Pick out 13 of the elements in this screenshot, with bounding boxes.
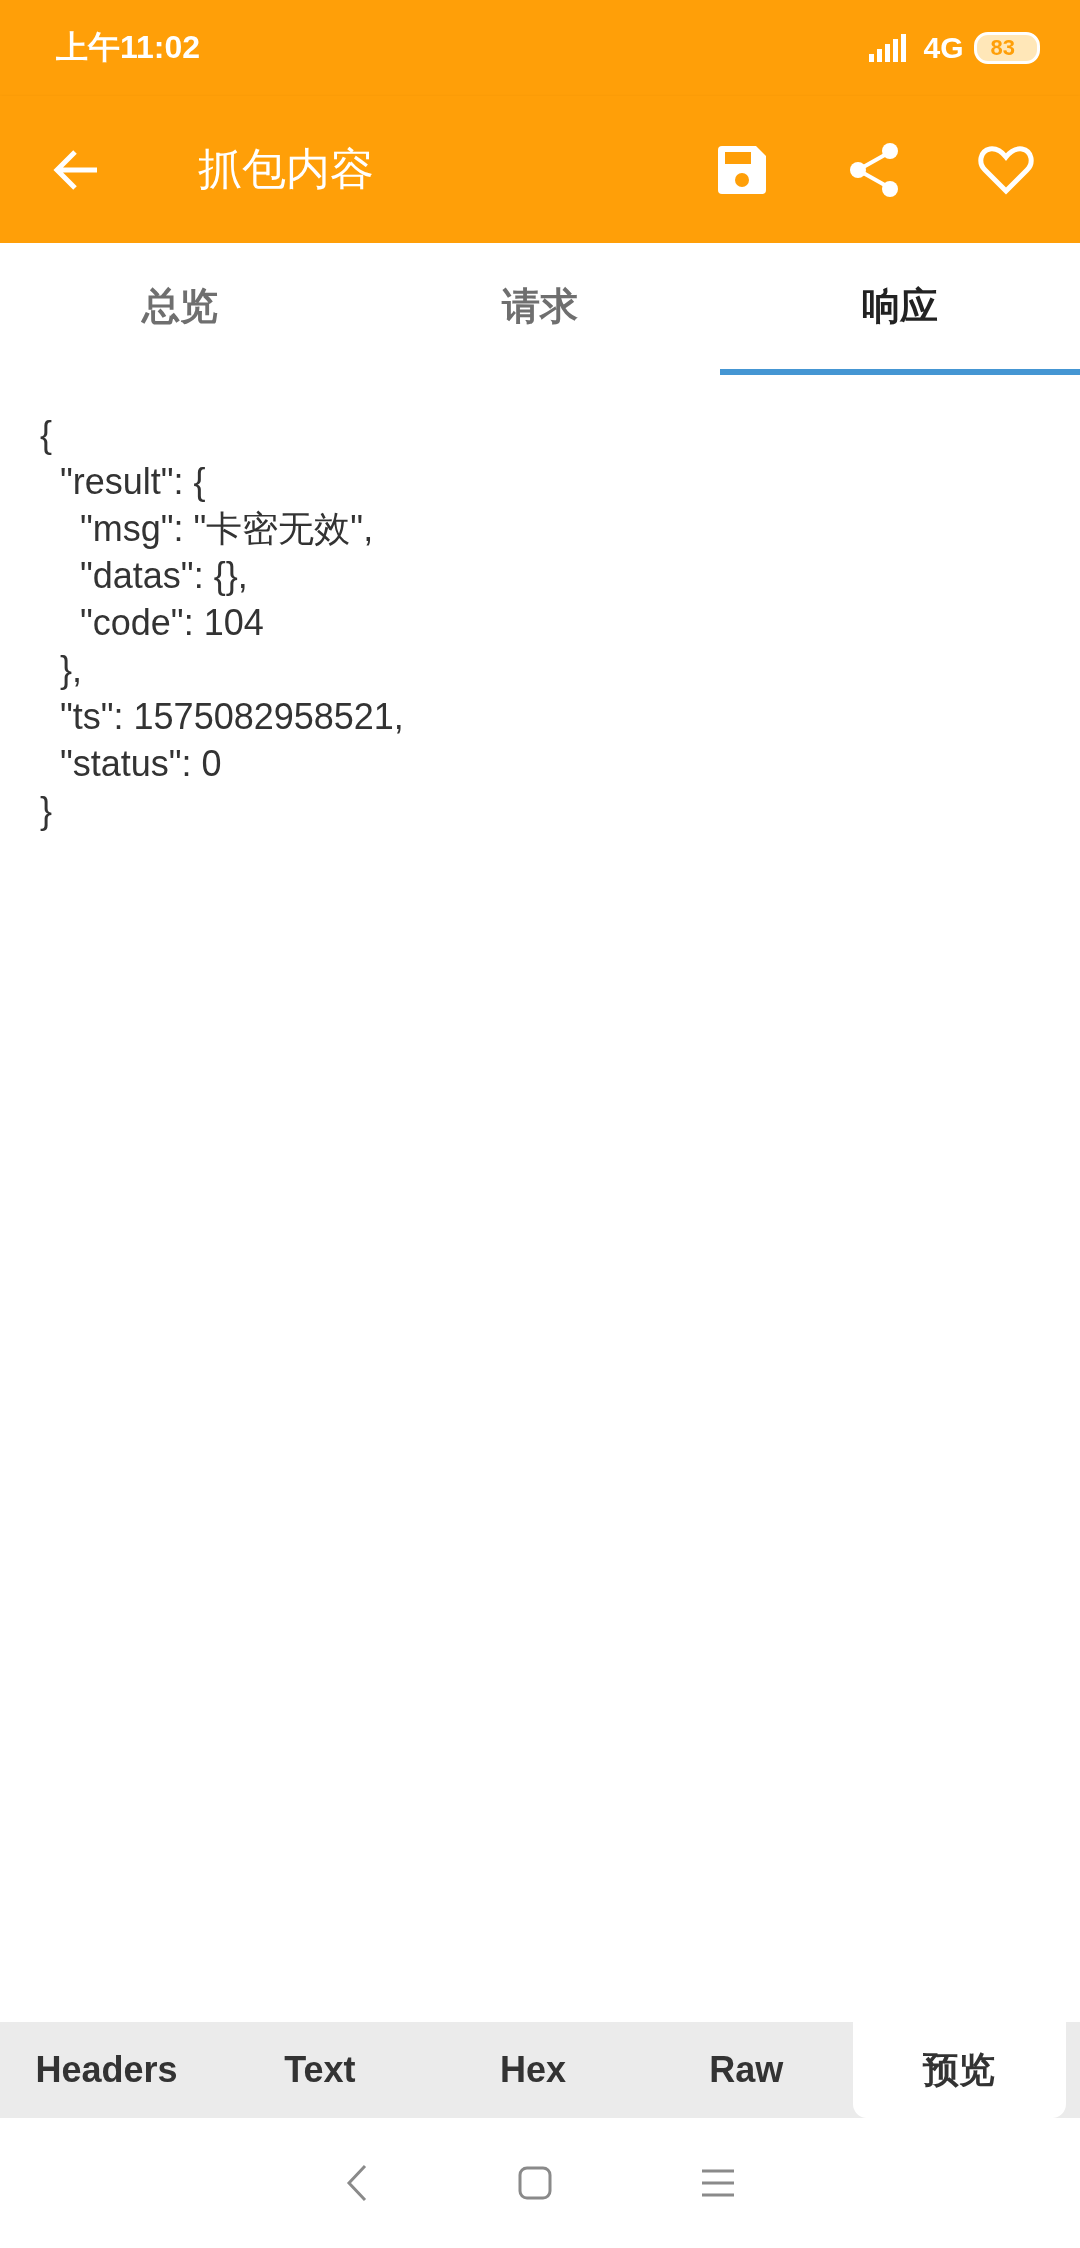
- view-tab[interactable]: 预览: [852, 2022, 1066, 2118]
- view-tab[interactable]: Hex: [426, 2022, 640, 2118]
- network-type: 4G: [923, 31, 964, 65]
- battery-level: 83: [973, 32, 1040, 64]
- view-tab[interactable]: Headers: [0, 2022, 214, 2118]
- home-icon[interactable]: [518, 2166, 552, 2200]
- response-json: { "result": { "msg": "卡密无效", "datas": {}, "code": 104 }, "ts": 1575082958521, "status": 0 }: [39, 413, 405, 833]
- view-tab[interactable]: Raw: [639, 2022, 853, 2118]
- status-time: 上午11:02: [56, 28, 201, 67]
- view-tab[interactable]: Text: [213, 2022, 427, 2118]
- page-title: 抓包内容: [198, 143, 375, 195]
- menu-icon[interactable]: [702, 2168, 734, 2198]
- back-icon[interactable]: [346, 2164, 368, 2202]
